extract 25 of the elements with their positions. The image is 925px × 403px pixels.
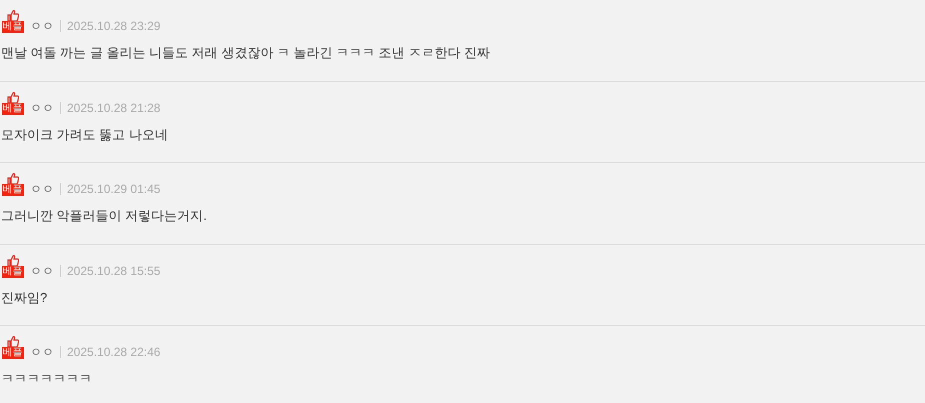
thumbs-up-icon	[6, 254, 18, 266]
comment-time: 2025.10.28 23:29	[67, 19, 160, 33]
thumbs-up-icon	[6, 10, 18, 21]
comment-time: 2025.10.28 21:28	[67, 100, 160, 114]
author-name: ㅇㅇ	[30, 19, 54, 33]
comment-time: 2025.10.28 15:55	[67, 264, 160, 278]
author-name: ㅇㅇ	[30, 345, 54, 359]
author-name: ㅇㅇ	[30, 264, 54, 278]
best-comment-badge: 베플	[2, 266, 24, 278]
comment-text: 맨날 여돌 까는 글 올리는 니들도 저래 생겼잖아 ㅋ 놀라긴 ㅋㅋㅋ 조낸 ㅈㄹ한다 진짜	[1, 44, 491, 62]
thumbs-up-icon	[6, 336, 18, 347]
best-comment-badge: 베플	[2, 21, 24, 33]
author-name: ㅇㅇ	[30, 182, 54, 196]
comment-text: 모자이크 가려도 뚫고 나오네	[1, 126, 169, 144]
comment-text: 진짜임?	[1, 288, 48, 306]
comment-time: 2025.10.29 01:45	[67, 182, 160, 196]
best-comment-badge: 베플	[2, 347, 24, 359]
comment-text: 그러니깐 악플러들이 저렇다는거지.	[1, 207, 208, 225]
best-comment-badge: 베플	[2, 102, 24, 114]
comment-time: 2025.10.28 22:46	[67, 345, 160, 359]
best-comment-badge: 베플	[2, 184, 24, 196]
comment-text: ㅋㅋㅋㅋㅋㅋㅋ	[1, 370, 93, 388]
thumbs-up-icon	[6, 92, 18, 102]
author-name: ㅇㅇ	[30, 100, 54, 114]
thumbs-up-icon	[6, 173, 18, 184]
